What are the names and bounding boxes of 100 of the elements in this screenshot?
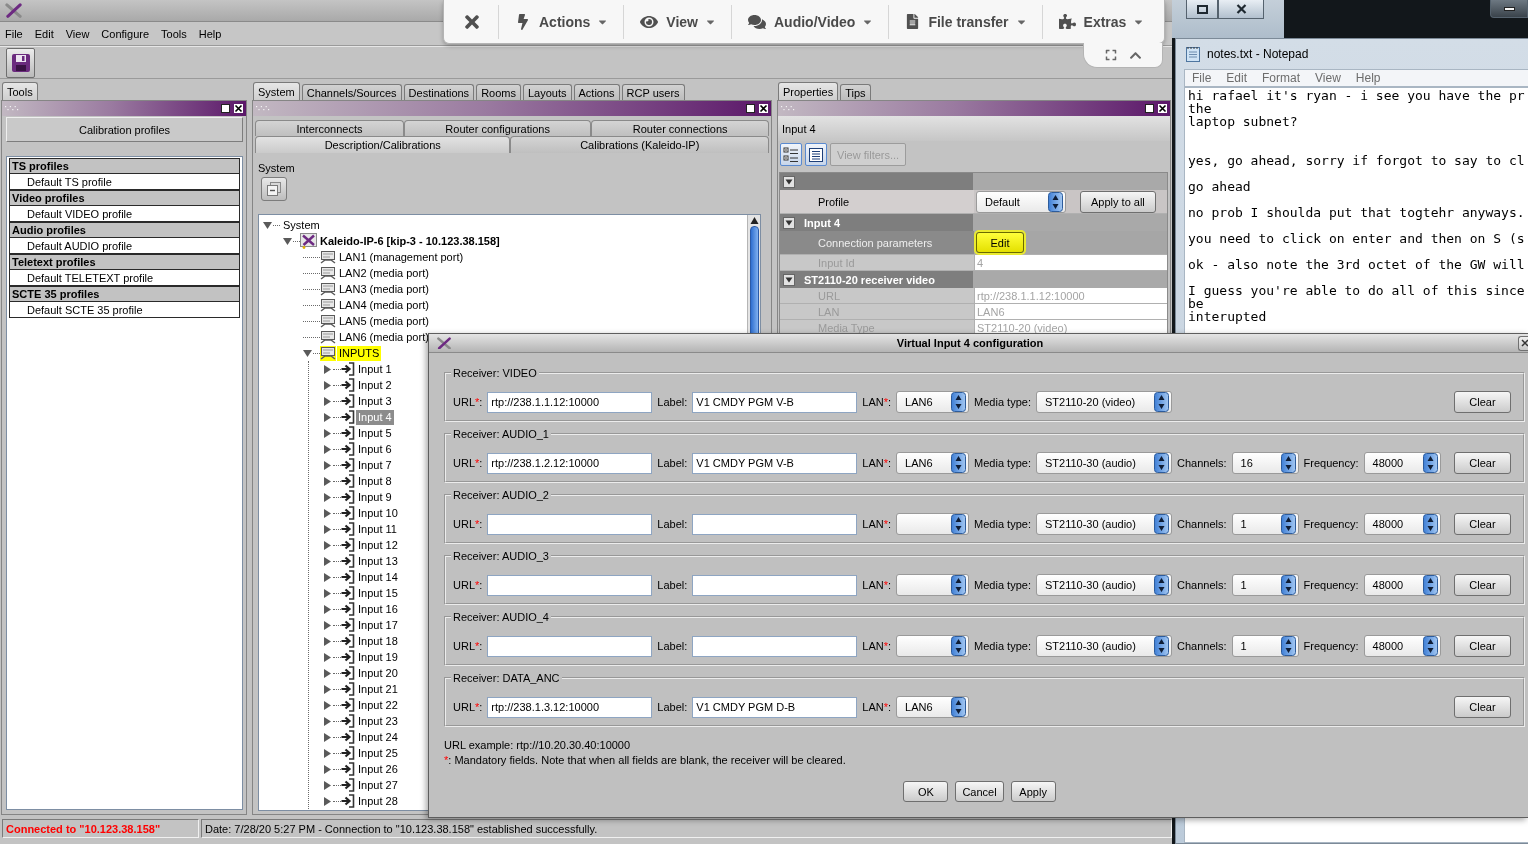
profile-item[interactable]: Default TELETEXT profile xyxy=(9,270,240,286)
up-down-arrows-icon[interactable] xyxy=(1280,575,1296,595)
tree-item[interactable]: LAN6 (media port) xyxy=(337,329,431,345)
tree-item[interactable]: Input 10 xyxy=(356,505,400,521)
tree-item[interactable]: Input 24 xyxy=(356,729,400,745)
label-field[interactable] xyxy=(692,513,858,535)
triangle-right-icon[interactable] xyxy=(323,412,332,422)
tree-item[interactable]: Input 27 xyxy=(356,777,400,793)
tab[interactable]: Actions xyxy=(573,84,620,100)
dropdown-button[interactable]: Audio/Video xyxy=(731,4,889,39)
tree-item[interactable]: LAN4 (media port) xyxy=(337,297,431,313)
triangle-right-icon[interactable] xyxy=(323,364,332,374)
tree-item[interactable]: Input 20 xyxy=(356,665,400,681)
triangle-right-icon[interactable] xyxy=(323,684,332,694)
tab[interactable]: Destinations xyxy=(403,84,475,100)
frequency-dropdown[interactable]: 48000 xyxy=(1363,635,1441,657)
close-icon[interactable] xyxy=(234,104,243,113)
triangle-right-icon[interactable] xyxy=(323,732,332,742)
url-field[interactable]: rtp://238.1.1.12:10000 xyxy=(487,391,653,413)
collapse-box-icon[interactable] xyxy=(783,175,795,188)
triangle-right-icon[interactable] xyxy=(323,796,332,806)
tab[interactable]: Channels/Sources xyxy=(301,84,402,100)
tab[interactable]: Calibrations (Kaleido-IP) xyxy=(510,136,769,153)
tree-item[interactable]: Input 13 xyxy=(356,553,400,569)
media-type-dropdown[interactable]: ST2110-30 (audio) xyxy=(1035,574,1172,596)
up-down-arrows-icon[interactable] xyxy=(951,697,967,717)
tree-item[interactable]: Input 7 xyxy=(356,457,394,473)
label-field[interactable]: V1 CMDY PGM V-B xyxy=(692,452,858,474)
tree-item[interactable]: Input 12 xyxy=(356,537,400,553)
triangle-right-icon[interactable] xyxy=(323,764,332,774)
tree-item[interactable]: Input 15 xyxy=(356,585,400,601)
dropdown-button[interactable]: File transfer xyxy=(888,4,1042,39)
lan-dropdown[interactable]: LAN6 xyxy=(896,696,970,718)
tab[interactable]: Interconnects xyxy=(255,120,404,136)
triangle-right-icon[interactable] xyxy=(323,524,332,534)
tree-item[interactable]: LAN1 (management port) xyxy=(337,249,466,265)
up-down-arrows-icon[interactable] xyxy=(951,514,967,534)
triangle-right-icon[interactable] xyxy=(323,604,332,614)
channels-dropdown[interactable]: 1 xyxy=(1231,574,1299,596)
tree-item[interactable]: LAN2 (media port) xyxy=(337,265,431,281)
lan-dropdown[interactable]: LAN6 xyxy=(896,452,970,474)
tree-item[interactable]: Input 5 xyxy=(356,425,394,441)
triangle-right-icon[interactable] xyxy=(323,636,332,646)
tree-item[interactable]: LAN5 (media port) xyxy=(337,313,431,329)
tab[interactable]: Description/Calibrations xyxy=(255,136,511,153)
clear-button[interactable]: Clear xyxy=(1454,452,1511,474)
menu-item[interactable]: Configure xyxy=(101,27,150,40)
triangle-right-icon[interactable] xyxy=(323,444,332,454)
tree-item[interactable]: Input 9 xyxy=(356,489,394,505)
triangle-down-icon[interactable] xyxy=(283,236,292,246)
list-view-button[interactable] xyxy=(805,143,827,166)
url-field[interactable] xyxy=(487,635,653,657)
up-down-arrows-icon[interactable] xyxy=(1153,636,1169,656)
tree-item[interactable]: LAN3 (media port) xyxy=(337,281,431,297)
up-down-arrows-icon[interactable] xyxy=(1422,575,1438,595)
up-down-arrows-icon[interactable] xyxy=(1280,514,1296,534)
lan-dropdown[interactable] xyxy=(896,635,970,657)
lan-dropdown[interactable] xyxy=(896,574,970,596)
tree-item[interactable]: Input 25 xyxy=(356,745,400,761)
edit-button[interactable]: Edit xyxy=(976,232,1024,253)
media-type-dropdown[interactable]: ST2110-20 (video) xyxy=(1035,391,1172,413)
triangle-down-icon[interactable] xyxy=(263,220,272,230)
apply-button[interactable]: Apply to all xyxy=(1080,190,1156,213)
collapse-box-icon[interactable] xyxy=(783,273,795,286)
triangle-right-icon[interactable] xyxy=(323,476,332,486)
menu-item[interactable]: File xyxy=(1192,71,1212,85)
tab[interactable]: Rooms xyxy=(476,84,521,100)
label-field[interactable]: V1 CMDY PGM D-B xyxy=(692,696,858,718)
tab[interactable]: Layouts xyxy=(522,84,572,100)
tree-item[interactable]: Input 11 xyxy=(356,521,399,537)
profile-item[interactable]: Default TS profile xyxy=(9,174,240,190)
up-down-arrows-icon[interactable] xyxy=(1153,392,1169,412)
tree-item[interactable]: Kaleido-IP-6 [kip-3 - 10.123.38.158] xyxy=(318,233,502,249)
triangle-right-icon[interactable] xyxy=(323,380,332,390)
close-icon[interactable] xyxy=(1158,104,1167,113)
close-icon[interactable] xyxy=(759,104,768,113)
maximize-icon[interactable] xyxy=(1145,104,1154,113)
maximize-icon[interactable] xyxy=(746,104,755,113)
channels-dropdown[interactable]: 16 xyxy=(1231,452,1299,474)
triangle-down-icon[interactable] xyxy=(303,348,312,358)
clear-button[interactable]: Clear xyxy=(1454,513,1511,535)
collapse-box-icon[interactable] xyxy=(783,216,795,229)
url-field[interactable]: rtp://238.1.3.12:10000 xyxy=(487,696,653,718)
up-down-arrows-icon[interactable] xyxy=(1280,453,1296,473)
up-down-arrows-icon[interactable] xyxy=(1422,636,1438,656)
label-field[interactable] xyxy=(692,635,858,657)
menu-item[interactable]: Edit xyxy=(34,27,54,40)
triangle-right-icon[interactable] xyxy=(323,620,332,630)
triangle-right-icon[interactable] xyxy=(323,572,332,582)
property-row[interactable]: Profile Default Apply to all xyxy=(780,190,1167,214)
tree-item[interactable]: Input 2 xyxy=(356,377,394,393)
tab[interactable]: Tips xyxy=(840,84,871,100)
tree-item[interactable]: Input 14 xyxy=(356,569,400,585)
triangle-right-icon[interactable] xyxy=(323,540,332,550)
tree-item[interactable]: Input 17 xyxy=(356,617,400,633)
triangle-right-icon[interactable] xyxy=(323,748,332,758)
profile-item[interactable]: Default AUDIO profile xyxy=(9,238,240,254)
up-down-arrows-icon[interactable] xyxy=(951,392,967,412)
url-field[interactable]: rtp://238.1.2.12:10000 xyxy=(487,452,653,474)
up-down-arrows-icon[interactable] xyxy=(1153,514,1169,534)
